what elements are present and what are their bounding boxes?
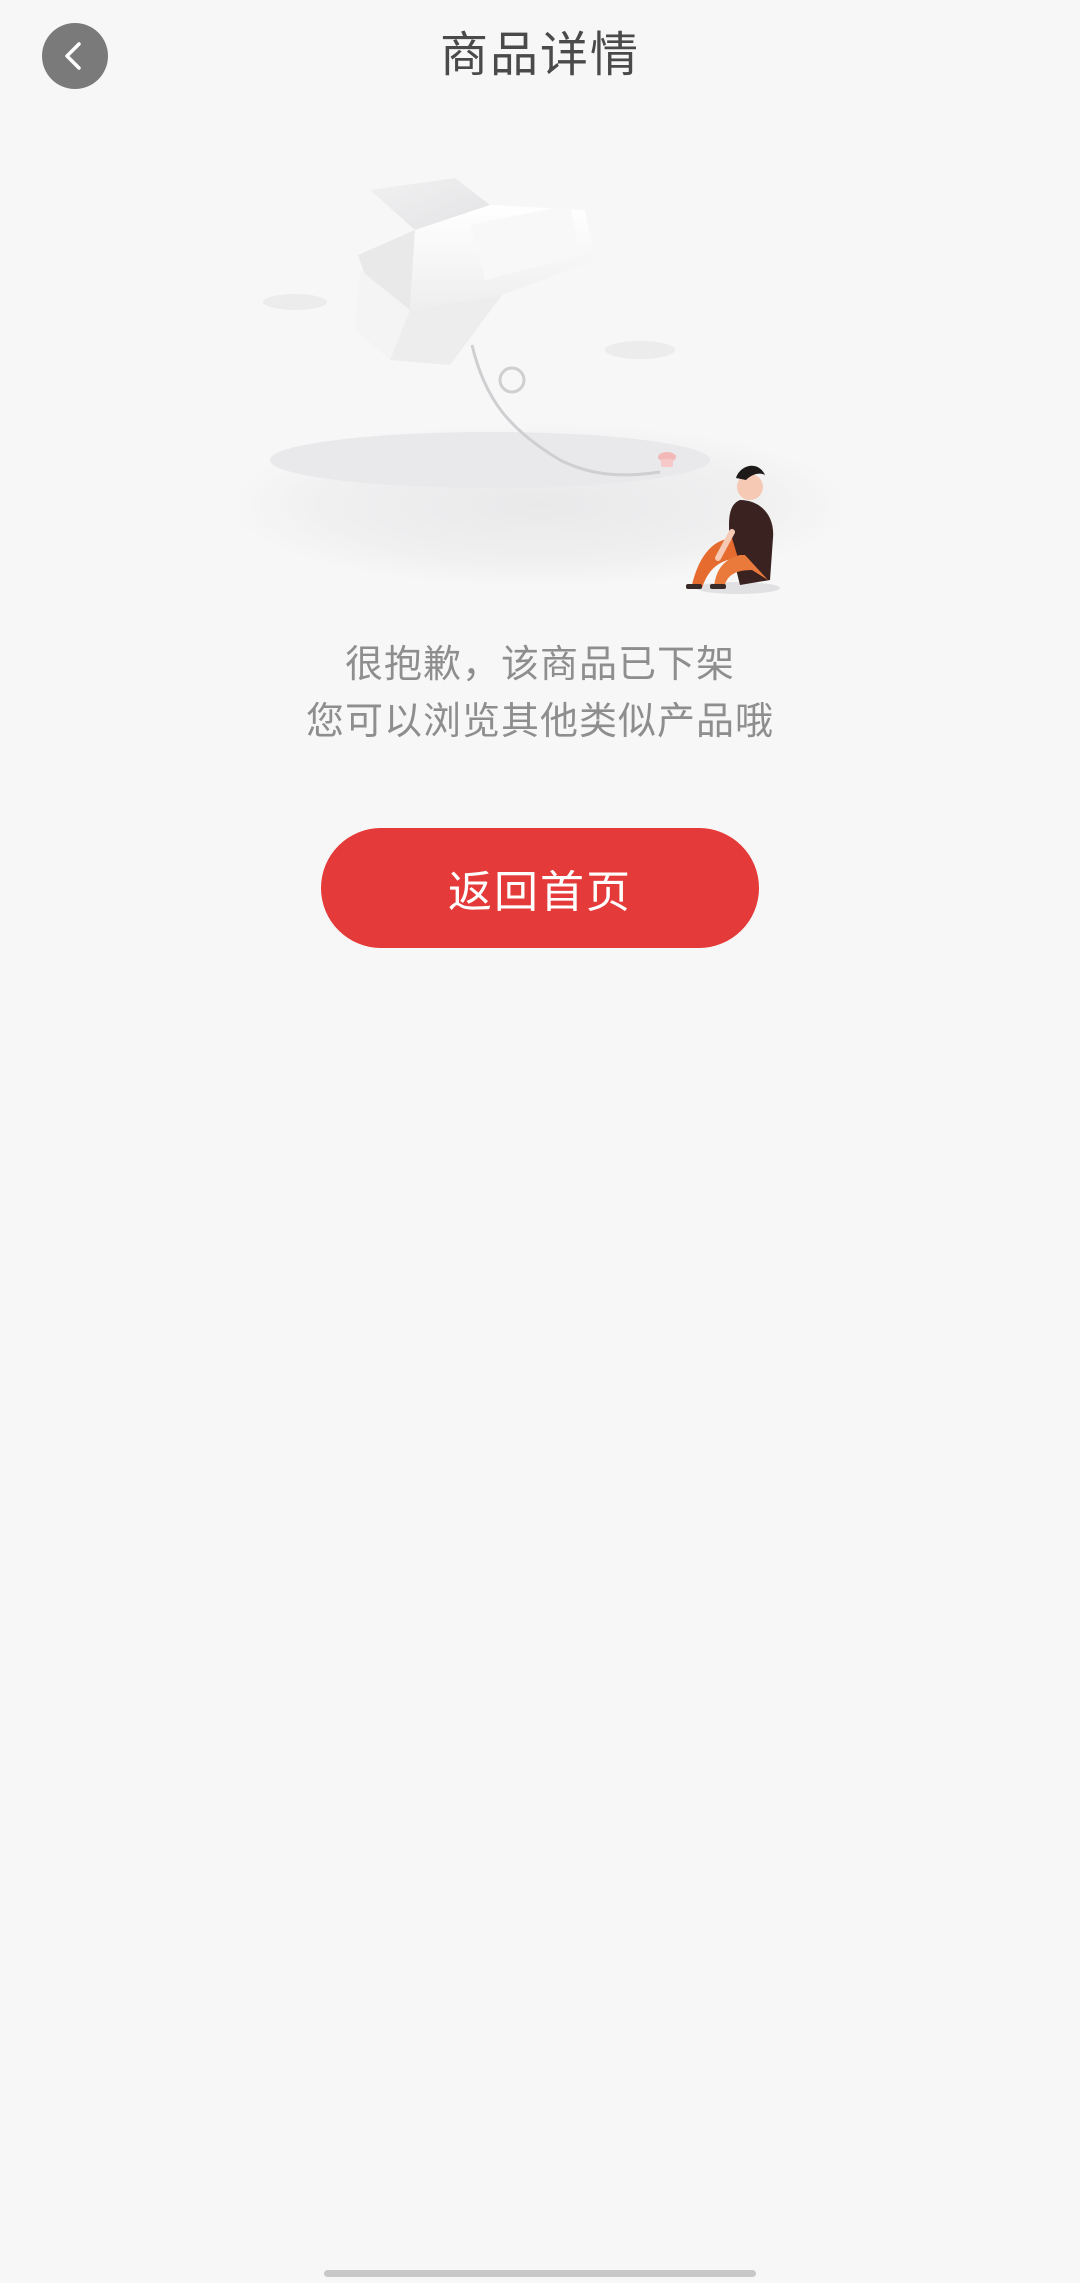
message-line-2: 您可以浏览其他类似产品哦: [305, 699, 774, 743]
return-home-button[interactable]: 返回首页: [321, 828, 759, 948]
home-indicator[interactable]: [324, 2270, 756, 2277]
unavailable-message: 很抱歉，该商品已下架 您可以浏览其他类似产品哦: [0, 636, 1080, 750]
empty-state-illustration: [230, 160, 850, 610]
empty-state-icon: [230, 178, 850, 594]
message-line-1: 很抱歉，该商品已下架: [344, 642, 735, 686]
top-bar: 商品详情: [0, 0, 1080, 112]
page-title: 商品详情: [439, 27, 640, 83]
